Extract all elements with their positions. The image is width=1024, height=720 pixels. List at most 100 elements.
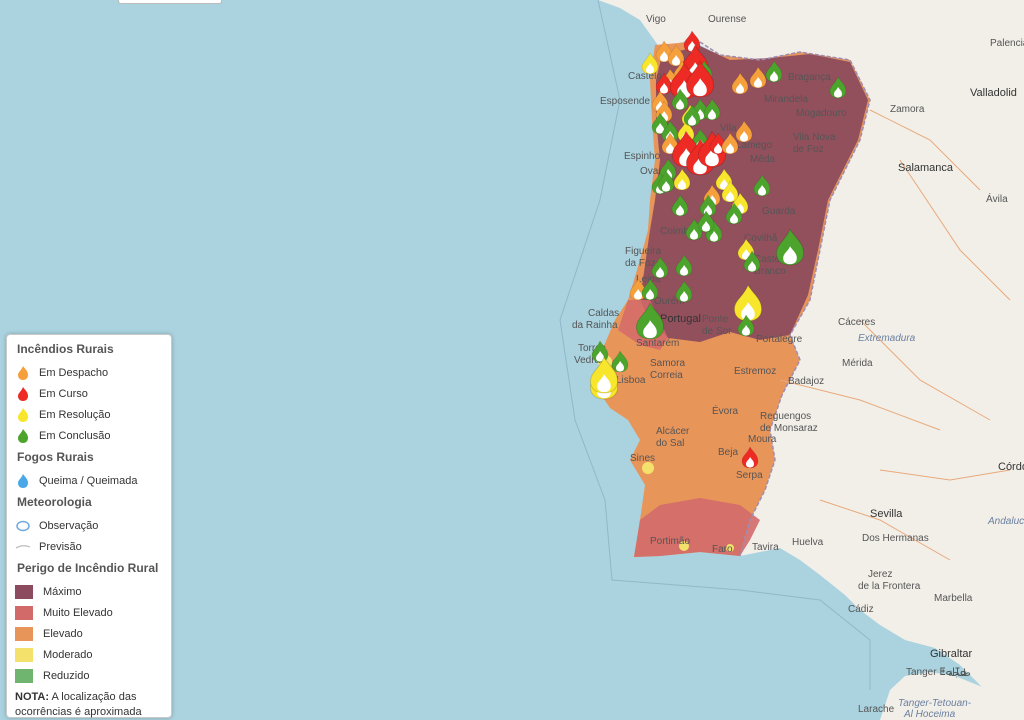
legend-item-conclusion: Em Conclusão (15, 425, 171, 446)
place-label: Lisboa (616, 375, 646, 386)
place-label: Al Hoceima (903, 709, 956, 720)
legend-label-ongoing: Em Curso (39, 387, 88, 400)
legend-panel: Incêndios Rurais Em Despacho Em Curso Em… (6, 334, 172, 718)
place-label: Gibraltar (930, 648, 973, 660)
place-label: Santarém (636, 338, 679, 349)
swatch-max (15, 584, 33, 599)
place-label: Figueira (625, 246, 662, 257)
place-label: Portalegre (756, 334, 803, 345)
place-label: Serpa (736, 470, 763, 481)
place-label: Sevilla (870, 508, 903, 520)
place-label: da Foz (625, 258, 656, 269)
place-label: de Sor (702, 326, 732, 337)
place-label: Estremoz (734, 366, 776, 377)
swatch-high (15, 626, 33, 641)
legend-label-very-high: Muito Elevado (43, 606, 113, 619)
place-label: Vigo (646, 14, 666, 25)
fire-yellow-icon (15, 407, 31, 423)
place-label: Marbella (934, 593, 973, 604)
legend-item-observation: Observação (15, 515, 171, 536)
note-label: NOTA: (15, 691, 50, 703)
place-label: Tanger-Tetouan- (898, 698, 972, 709)
place-label: do Sal (656, 438, 684, 449)
legend-danger-title: Perigo de Incêndio Rural (17, 561, 159, 575)
place-label: Moura (748, 434, 777, 445)
place-label: Tavira (752, 542, 779, 553)
place-label: da Rainha (572, 320, 618, 331)
place-label: de la Frontera (858, 581, 921, 592)
swatch-moderate (15, 647, 33, 662)
fire-orange-icon (15, 365, 31, 381)
legend-item-ongoing: Em Curso (15, 383, 171, 404)
place-label: Ponte (702, 314, 729, 325)
place-label: Portugal (660, 313, 701, 325)
legend-label-dispatch: Em Despacho (39, 366, 109, 379)
legend-label-conclusion: Em Conclusão (39, 429, 111, 442)
place-label: Mérida (842, 358, 873, 369)
place-label: Vila Nova (793, 132, 836, 143)
place-label: Ávila (986, 192, 1008, 205)
fire-blue-icon (15, 473, 31, 489)
legend-label-burn: Queima / Queimada (39, 474, 138, 487)
legend-rural-burns-title: Fogos Rurais (17, 450, 94, 464)
place-label: Mogadouro (796, 108, 847, 119)
place-label: Cádiz (848, 604, 874, 615)
place-label: Bragança (788, 72, 831, 83)
cloud-icon (15, 518, 31, 534)
place-label: Esposende (600, 96, 650, 107)
legend-label-max: Máximo (43, 585, 82, 598)
place-label: Badajoz (788, 376, 824, 387)
place-label: Córdoba (998, 461, 1024, 473)
legend-rural-fires-title: Incêndios Rurais (17, 342, 114, 356)
place-label: Alcácer (656, 426, 690, 437)
wind-icon (15, 539, 31, 555)
legend-item-low: Reduzido (15, 665, 171, 686)
place-label: Ourense (708, 14, 747, 25)
place-label: Mirandela (764, 94, 808, 105)
place-label: Huelva (792, 537, 824, 548)
place-label: Sines (630, 453, 655, 464)
place-label: Larache (858, 704, 895, 715)
legend-item-moderate: Moderado (15, 644, 171, 665)
legend-item-resolution: Em Resolução (15, 404, 171, 425)
top-control[interactable] (118, 0, 222, 4)
legend-item-forecast: Previsão (15, 536, 171, 557)
place-label: Jerez (868, 569, 892, 580)
place-label: Andalucía (987, 516, 1024, 527)
place-label: Palencia (990, 38, 1024, 49)
legend-label-moderate: Moderado (43, 648, 93, 661)
legend-note: NOTA: A localização das ocorrências é ap… (15, 690, 171, 720)
place-label: Valladolid (970, 87, 1017, 99)
legend-label-observation: Observação (39, 519, 99, 532)
legend-label-forecast: Previsão (39, 540, 82, 553)
place-label: Portimão (650, 536, 690, 547)
legend-item-burn: Queima / Queimada (15, 470, 171, 491)
place-label: Caldas (588, 308, 619, 319)
place-label: طنجة (948, 668, 971, 679)
place-label: Zamora (890, 104, 925, 115)
legend-item-dispatch: Em Despacho (15, 362, 171, 383)
place-label: Covilhã (744, 233, 778, 244)
place-label: Extremadura (858, 333, 916, 344)
place-label: Dos Hermanas (862, 533, 929, 544)
place-label: Reguengos (760, 411, 811, 422)
place-label: Cáceres (838, 317, 875, 328)
legend-item-high: Elevado (15, 623, 171, 644)
place-label: Mêda (750, 154, 775, 165)
swatch-low (15, 668, 33, 683)
place-label: Correia (650, 370, 683, 381)
fire-green-icon (15, 428, 31, 444)
place-label: Vila (720, 123, 737, 134)
legend-item-very-high: Muito Elevado (15, 602, 171, 623)
place-label: Espinho (624, 151, 661, 162)
legend-label-low: Reduzido (43, 669, 90, 682)
fire-red-icon (15, 386, 31, 402)
swatch-very-high (15, 605, 33, 620)
legend-label-resolution: Em Resolução (39, 408, 111, 421)
place-label: de Foz (793, 144, 824, 155)
place-label: Faro (712, 544, 733, 555)
legend-label-high: Elevado (43, 627, 83, 640)
legend-item-max: Máximo (15, 581, 171, 602)
legend-weather-title: Meteorologia (17, 495, 92, 509)
place-label: de Monsaraz (760, 423, 818, 434)
